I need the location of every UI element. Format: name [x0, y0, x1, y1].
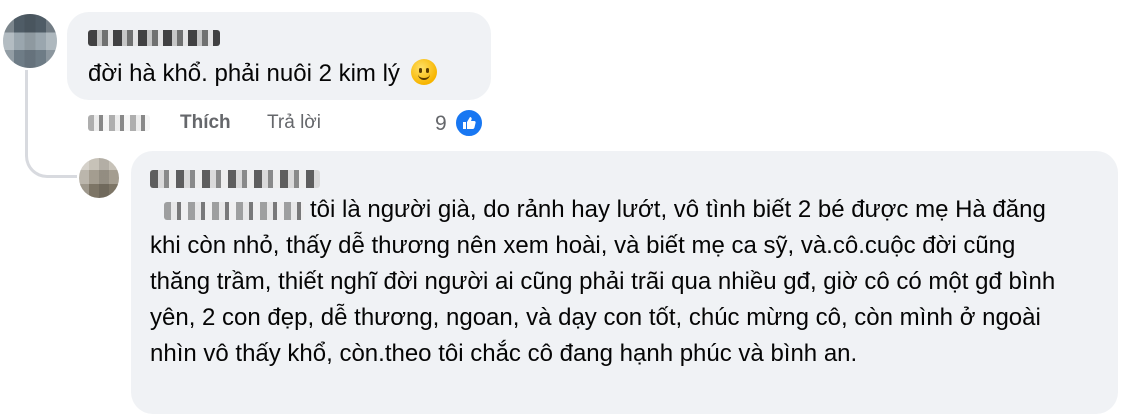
reply-link[interactable]: Trả lời [267, 112, 321, 134]
comment-text: đời hà khổ. phải nuôi 2 kim lý [88, 56, 437, 92]
commenter-name-blurred[interactable] [88, 30, 220, 46]
like-link[interactable]: Thích [180, 112, 231, 134]
comment-timestamp-blurred[interactable] [88, 115, 150, 131]
reply-avatar[interactable] [79, 158, 119, 198]
commenter-avatar[interactable] [3, 14, 57, 68]
comment-text-content: đời hà khổ. phải nuôi 2 kim lý [88, 60, 400, 87]
reply-text-content: tôi là người già, do rảnh hay lướt, vô t… [150, 196, 1056, 367]
slightly-smiling-face-icon [410, 59, 437, 85]
thumbs-up-icon [463, 117, 476, 130]
reply-author-name-blurred[interactable] [150, 170, 320, 188]
like-thumb-icon[interactable] [454, 108, 484, 138]
reply-text: tôi là người già, do rảnh hay lướt, vô t… [150, 192, 1075, 372]
reaction-count[interactable]: 9 [435, 112, 447, 136]
